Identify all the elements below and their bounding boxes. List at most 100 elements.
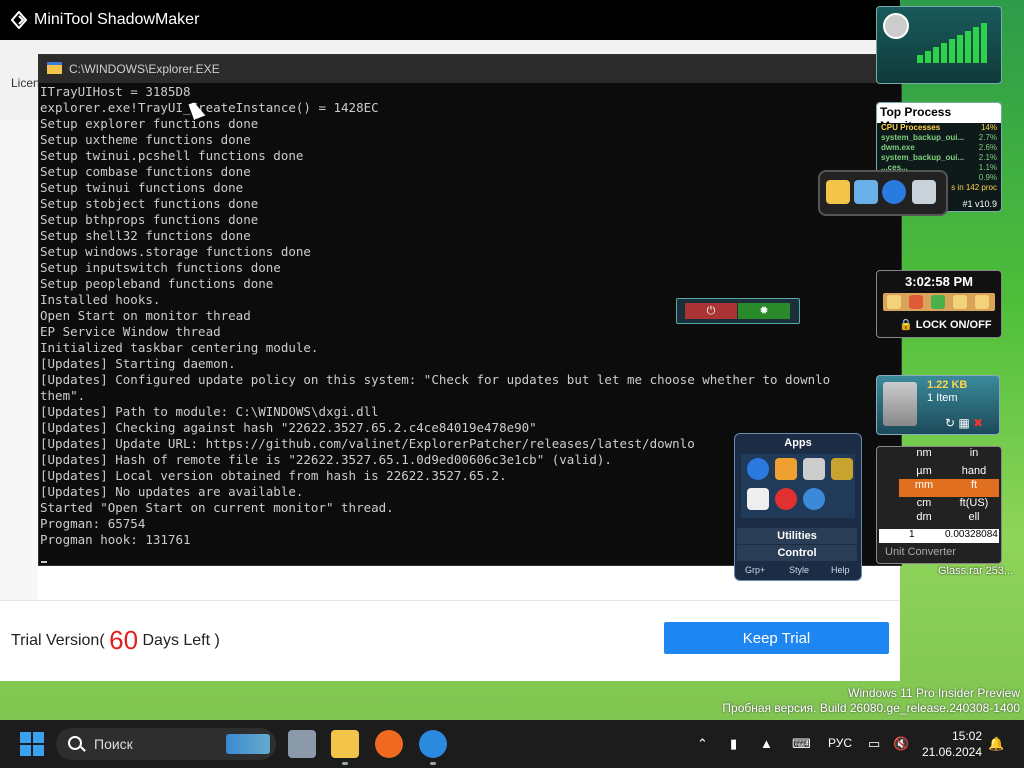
battery-icon[interactable]: ▮	[730, 736, 737, 752]
task-view-icon[interactable]	[288, 730, 316, 758]
console-line: [Updates] Starting daemon.	[40, 356, 236, 371]
keep-trial-button[interactable]: Keep Trial	[664, 622, 889, 654]
launcher-grp[interactable]: Grp+	[745, 565, 765, 575]
running-indicator	[342, 762, 348, 765]
converter-values[interactable]: 1 0.00328084	[879, 529, 999, 543]
app-title-bar: MiniTool ShadowMaker	[0, 0, 900, 40]
console-line: ITrayUIHost = 3185D8	[40, 84, 191, 99]
firefox-icon[interactable]	[375, 730, 403, 758]
launcher-style[interactable]: Style	[789, 565, 809, 575]
minitool-logo-icon	[10, 11, 28, 29]
chevron-up-icon[interactable]: ⌃	[697, 736, 708, 752]
launcher-footer: Grp+ Style Help	[735, 562, 861, 578]
icon-dock-gadget	[818, 170, 948, 216]
running-indicator	[430, 762, 436, 765]
recycle-size: 1.22 KB	[927, 379, 968, 391]
console-line: Setup uxtheme functions done	[40, 132, 251, 147]
recycle-bin-gadget[interactable]: 1.22 KB 1 Item ↻ ▦ ✖	[876, 375, 1000, 435]
converter-label: Unit Converter	[885, 546, 956, 558]
media-player-icon[interactable]	[775, 458, 797, 480]
computer-icon[interactable]	[854, 180, 878, 204]
taskbar-clock[interactable]: 15:02 21.06.2024	[918, 728, 982, 760]
unit-converter-gadget[interactable]: nm in µm hand mm ft cm ft(US) dm ell 1 0.0032…	[876, 446, 1002, 564]
lock-toggle[interactable]: 🔒 LOCK ON/OFF	[899, 318, 992, 331]
trophy-icon[interactable]	[831, 458, 853, 480]
key-icon[interactable]	[953, 295, 967, 309]
calendar-icon[interactable]	[747, 488, 769, 510]
start-button[interactable]	[20, 732, 44, 756]
taskbar-search[interactable]: Поиск	[56, 728, 276, 760]
console-line: Setup twinui functions done	[40, 180, 244, 195]
desktop-file-label[interactable]: Glass.rar 253...	[938, 565, 1013, 577]
app-launcher-gadget: Apps Utilities Control Grp+ Style Help	[734, 433, 862, 581]
converter-input[interactable]: 1	[909, 529, 915, 540]
console-line: Setup windows.storage functions done	[40, 244, 311, 259]
unit-row[interactable]: dm ell	[899, 511, 999, 529]
unit-row[interactable]: nm in	[899, 447, 999, 465]
tpm-row: system_backup_oui... 2.1%	[881, 153, 997, 162]
launcher-control[interactable]: Control	[737, 545, 857, 561]
display-icon[interactable]: ▭	[868, 736, 880, 752]
folder-icon[interactable]	[887, 295, 901, 309]
console-cursor	[41, 561, 47, 563]
internet-explorer-icon[interactable]	[882, 180, 906, 204]
console-line: Initialized taskbar centering module.	[40, 340, 319, 355]
trial-suffix: Days Left )	[142, 632, 220, 649]
folder-icon	[47, 62, 62, 74]
clock-time: 3:02:58 PM	[905, 274, 973, 289]
clock-date-text: 21.06.2024	[921, 745, 982, 759]
app-side-panel	[0, 120, 38, 600]
recycle-items: 1 Item	[927, 392, 958, 404]
power-icon[interactable]	[909, 295, 923, 309]
console-line: Setup shell32 functions done	[40, 228, 251, 243]
internet-explorer-icon[interactable]	[747, 458, 769, 480]
language-indicator[interactable]: РУС	[828, 736, 852, 750]
tpm-row: system_backup_oui... 2.7%	[881, 133, 997, 142]
watermark-line: Windows 11 Pro Insider Preview	[848, 686, 1020, 700]
minitool-taskbar-icon[interactable]	[419, 730, 447, 758]
console-line: [Updates] Configured update policy on th…	[40, 372, 831, 387]
search-highlight-icon	[226, 734, 270, 754]
launcher-help[interactable]: Help	[831, 565, 850, 575]
console-title-bar[interactable]: C:\WINDOWS\Explorer.EXE	[39, 55, 901, 83]
watermark-line: Пробная версия. Build 26080.ge_release.2…	[722, 701, 1020, 715]
notifications-bell-icon[interactable]: 🔔	[988, 736, 1004, 752]
settings-icon[interactable]	[931, 295, 945, 309]
restart-icon[interactable]: ✹	[738, 303, 790, 319]
recycle-actions[interactable]: ↻ ▦ ✖	[945, 416, 983, 430]
power-off-icon[interactable]: ⏻	[685, 303, 737, 319]
console-line: [Updates] Path to module: C:\WINDOWS\dxg…	[40, 404, 379, 419]
network-muted-icon[interactable]: ▲	[760, 736, 773, 751]
recycle-bin-icon[interactable]	[912, 180, 936, 204]
console-line: Setup inputswitch functions done	[40, 260, 281, 275]
qbittorrent-icon[interactable]	[803, 488, 825, 510]
tpm-row: CPU Processes 14%	[881, 123, 997, 132]
console-title: C:\WINDOWS\Explorer.EXE	[69, 62, 220, 76]
network-meter-gadget[interactable]	[876, 6, 1002, 84]
taskbar: Поиск ⌃ ▮ ▲ ⌨ РУС ▭ 🔇 15:02 21.06.2024 🔔	[0, 720, 1024, 768]
launcher-header[interactable]: Apps	[735, 434, 861, 451]
meter-disc-icon	[883, 13, 909, 39]
folder-icon[interactable]	[826, 180, 850, 204]
license-label: Licen	[11, 76, 40, 90]
unit-row-selected[interactable]: mm ft	[899, 479, 999, 497]
trial-days: 60	[109, 625, 139, 655]
windows-watermark: Windows 11 Pro Insider Preview Пробная в…	[722, 686, 1020, 716]
lines-icon[interactable]	[975, 295, 989, 309]
window-icon[interactable]	[803, 458, 825, 480]
trash-can-icon	[883, 382, 917, 426]
app-title: MiniTool ShadowMaker	[34, 11, 200, 28]
tpm-version: #1 v10.9	[962, 199, 997, 209]
clock-time-text: 15:02	[951, 729, 982, 743]
launcher-utilities[interactable]: Utilities	[737, 528, 857, 544]
console-line: Setup explorer functions done	[40, 116, 259, 131]
converter-output: 0.00328084	[945, 529, 998, 540]
speaker-muted-icon[interactable]: 🔇	[893, 736, 909, 752]
file-explorer-icon[interactable]	[331, 730, 359, 758]
keyboard-icon[interactable]: ⌨	[792, 736, 811, 752]
search-placeholder: Поиск	[94, 736, 133, 752]
console-line: Setup stobject functions done	[40, 196, 259, 211]
console-line: Setup peopleband functions done	[40, 276, 274, 291]
tpm-row: dwm.exe 2.6%	[881, 143, 997, 152]
ccleaner-icon[interactable]	[775, 488, 797, 510]
